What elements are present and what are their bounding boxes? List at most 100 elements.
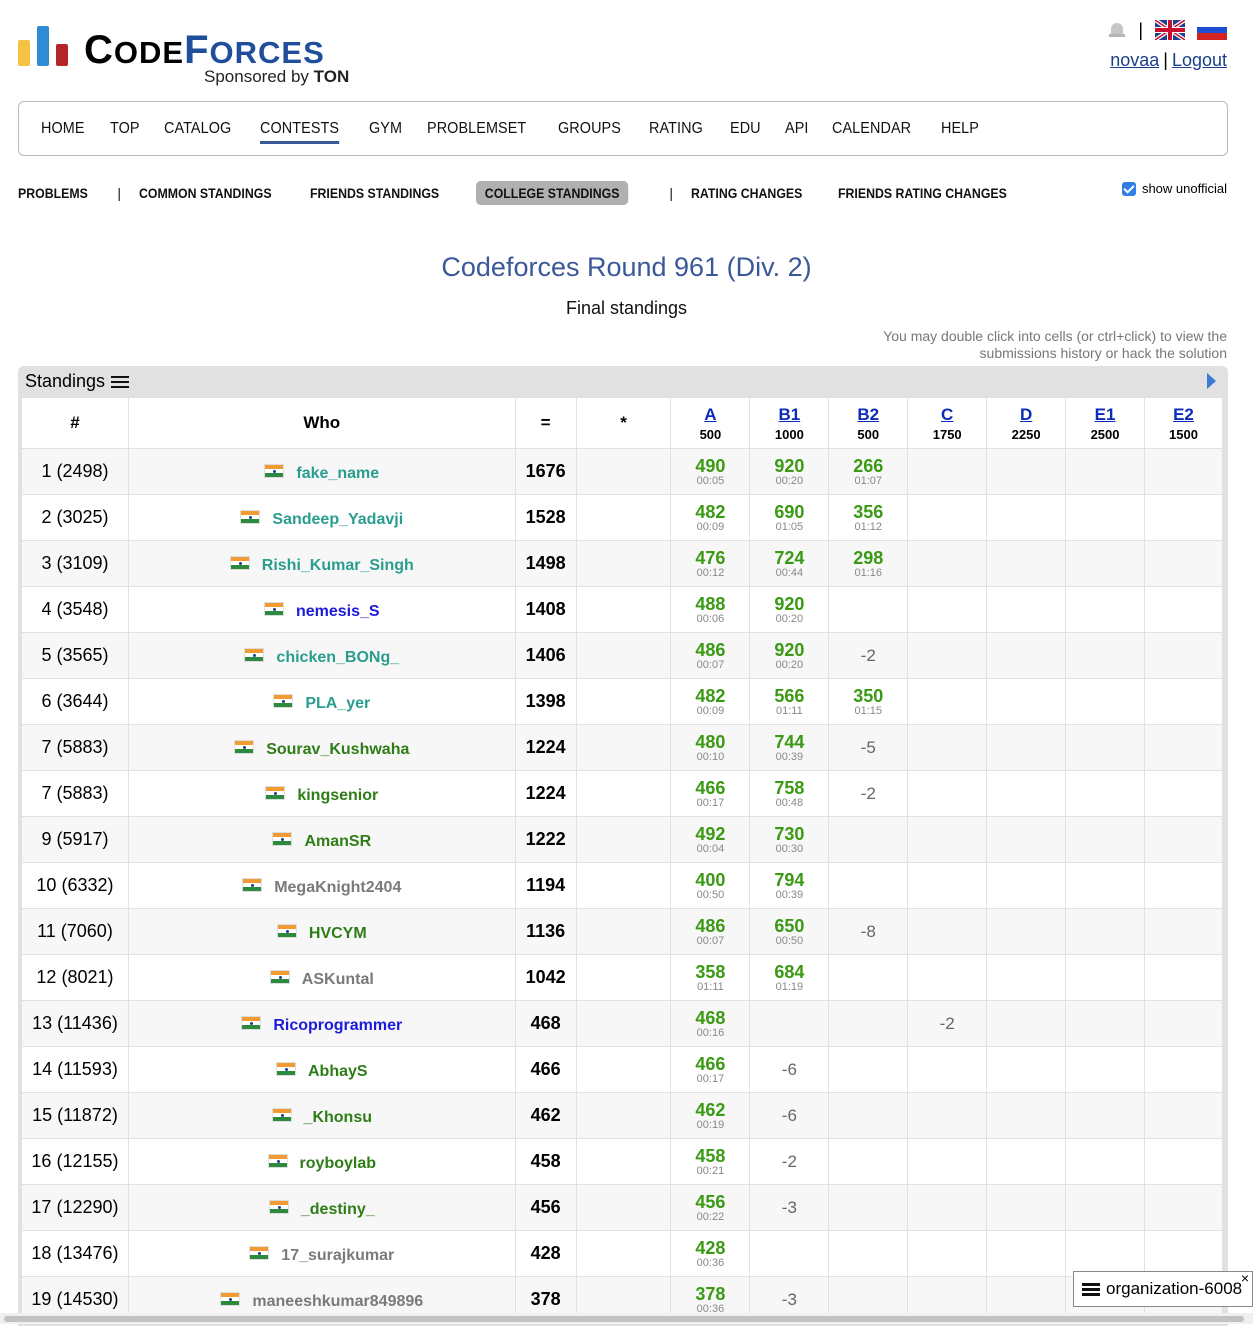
- nav-item-catalog[interactable]: CATALOG: [164, 120, 231, 138]
- problem-result-cell[interactable]: 758 00:48: [749, 770, 830, 817]
- problem-link[interactable]: C: [908, 405, 986, 425]
- problem-result-cell[interactable]: [828, 1138, 909, 1185]
- problem-result-cell[interactable]: [907, 1138, 988, 1185]
- problem-link[interactable]: A: [671, 405, 749, 425]
- problem-result-cell[interactable]: [1144, 586, 1223, 633]
- nav-item-gym[interactable]: GYM: [369, 120, 402, 138]
- problem-result-cell[interactable]: [828, 1092, 909, 1139]
- nav-item-contests[interactable]: CONTESTS: [260, 120, 340, 144]
- nav-item-api[interactable]: API: [785, 120, 808, 138]
- problem-result-cell[interactable]: 356 01:12: [828, 494, 909, 541]
- participant-handle-link[interactable]: royboylab: [300, 1155, 376, 1172]
- problem-result-cell[interactable]: 482 00:09: [670, 678, 751, 725]
- problem-result-cell[interactable]: [1144, 724, 1223, 771]
- problem-link[interactable]: B2: [829, 405, 907, 425]
- problem-result-cell[interactable]: -6: [749, 1092, 830, 1139]
- problem-result-cell[interactable]: [1065, 678, 1145, 725]
- participant-handle-link[interactable]: MegaKnight2404: [274, 879, 401, 896]
- logout-link[interactable]: Logout: [1172, 50, 1227, 70]
- tab-friends-rating-changes[interactable]: FRIENDS RATING CHANGES: [838, 185, 1007, 201]
- problem-result-cell[interactable]: -2: [907, 1000, 988, 1047]
- problem-result-cell[interactable]: 456 00:22: [670, 1184, 751, 1231]
- participant-handle-link[interactable]: Rishi_Kumar_Singh: [262, 557, 414, 574]
- nav-item-help[interactable]: HELP: [941, 120, 979, 138]
- problem-result-cell[interactable]: 468 00:16: [670, 1000, 751, 1047]
- problem-result-cell[interactable]: [986, 1184, 1067, 1231]
- problem-result-cell[interactable]: 458 00:21: [670, 1138, 751, 1185]
- problem-result-cell[interactable]: 490 00:05: [670, 448, 751, 495]
- uk-flag-icon[interactable]: [1155, 20, 1185, 40]
- problem-result-cell[interactable]: [907, 494, 988, 541]
- problem-result-cell[interactable]: 400 00:50: [670, 862, 751, 909]
- close-icon[interactable]: ×: [1241, 1270, 1249, 1286]
- problem-result-cell[interactable]: 462 00:19: [670, 1092, 751, 1139]
- problem-result-cell[interactable]: [1065, 1138, 1145, 1185]
- problem-result-cell[interactable]: [907, 586, 988, 633]
- problem-result-cell[interactable]: [1065, 586, 1145, 633]
- nav-item-top[interactable]: TOP: [110, 120, 140, 138]
- problem-result-cell[interactable]: [1144, 632, 1223, 679]
- problem-result-cell[interactable]: 920 00:20: [749, 632, 830, 679]
- problem-result-cell[interactable]: [986, 678, 1067, 725]
- problem-result-cell[interactable]: [1065, 540, 1145, 587]
- participant-handle-link[interactable]: HVCYM: [309, 925, 367, 942]
- problem-result-cell[interactable]: [1144, 448, 1223, 495]
- problem-result-cell[interactable]: [1144, 954, 1223, 1001]
- problem-result-cell[interactable]: [1144, 1230, 1223, 1277]
- problem-result-cell[interactable]: [907, 1092, 988, 1139]
- problem-result-cell[interactable]: [986, 1138, 1067, 1185]
- problem-result-cell[interactable]: -2: [749, 1138, 830, 1185]
- problem-result-cell[interactable]: [986, 1000, 1067, 1047]
- problem-result-cell[interactable]: [986, 954, 1067, 1001]
- tab-friends-standings[interactable]: FRIENDS STANDINGS: [310, 185, 439, 201]
- problem-result-cell[interactable]: [1144, 678, 1223, 725]
- problem-result-cell[interactable]: 476 00:12: [670, 540, 751, 587]
- nav-item-rating[interactable]: RATING: [649, 120, 703, 138]
- problem-result-cell[interactable]: [828, 1230, 909, 1277]
- participant-handle-link[interactable]: maneeshkumar849896: [252, 1293, 423, 1310]
- problem-result-cell[interactable]: [1144, 770, 1223, 817]
- problem-result-cell[interactable]: 744 00:39: [749, 724, 830, 771]
- problem-result-cell[interactable]: -3: [749, 1184, 830, 1231]
- nav-item-edu[interactable]: EDU: [730, 120, 761, 138]
- bell-icon[interactable]: [1108, 21, 1126, 39]
- problem-link[interactable]: E2: [1145, 405, 1222, 425]
- tab-college-standings[interactable]: COLLEGE STANDINGS: [476, 181, 629, 205]
- problem-result-cell[interactable]: [828, 1046, 909, 1093]
- problem-result-cell[interactable]: [1065, 1184, 1145, 1231]
- problem-result-cell[interactable]: [986, 540, 1067, 587]
- list-icon[interactable]: [111, 375, 130, 389]
- problem-result-cell[interactable]: 650 00:50: [749, 908, 830, 955]
- problem-result-cell[interactable]: 466 00:17: [670, 770, 751, 817]
- problem-result-cell[interactable]: [907, 540, 988, 587]
- problem-result-cell[interactable]: [986, 1230, 1067, 1277]
- participant-handle-link[interactable]: Sandeep_Yadavji: [272, 511, 403, 528]
- problem-result-cell[interactable]: [907, 1184, 988, 1231]
- ru-flag-icon[interactable]: [1197, 20, 1227, 40]
- problem-result-cell[interactable]: [907, 954, 988, 1001]
- participant-handle-link[interactable]: Ricoprogrammer: [273, 1017, 402, 1034]
- tab-rating-changes[interactable]: RATING CHANGES: [691, 185, 802, 201]
- problem-result-cell[interactable]: [1144, 1184, 1223, 1231]
- problem-result-cell[interactable]: [828, 816, 909, 863]
- problem-result-cell[interactable]: [749, 1230, 830, 1277]
- problem-result-cell[interactable]: [1065, 494, 1145, 541]
- problem-result-cell[interactable]: [907, 770, 988, 817]
- problem-link[interactable]: B1: [750, 405, 828, 425]
- problem-result-cell[interactable]: [1065, 1046, 1145, 1093]
- problem-result-cell[interactable]: [986, 1092, 1067, 1139]
- participant-handle-link[interactable]: chicken_BONg_: [276, 649, 399, 666]
- problem-result-cell[interactable]: 730 00:30: [749, 816, 830, 863]
- problem-result-cell[interactable]: 566 01:11: [749, 678, 830, 725]
- problem-result-cell[interactable]: -8: [828, 908, 909, 955]
- tab-problems[interactable]: PROBLEMS: [18, 185, 88, 201]
- problem-result-cell[interactable]: 920 00:20: [749, 448, 830, 495]
- problem-result-cell[interactable]: -6: [749, 1046, 830, 1093]
- problem-result-cell[interactable]: 358 01:11: [670, 954, 751, 1001]
- problem-result-cell[interactable]: 266 01:07: [828, 448, 909, 495]
- problem-result-cell[interactable]: [907, 816, 988, 863]
- problem-result-cell[interactable]: [1144, 540, 1223, 587]
- user-profile-link[interactable]: novaa: [1110, 50, 1159, 70]
- participant-handle-link[interactable]: AbhayS: [308, 1063, 368, 1080]
- problem-result-cell[interactable]: [907, 448, 988, 495]
